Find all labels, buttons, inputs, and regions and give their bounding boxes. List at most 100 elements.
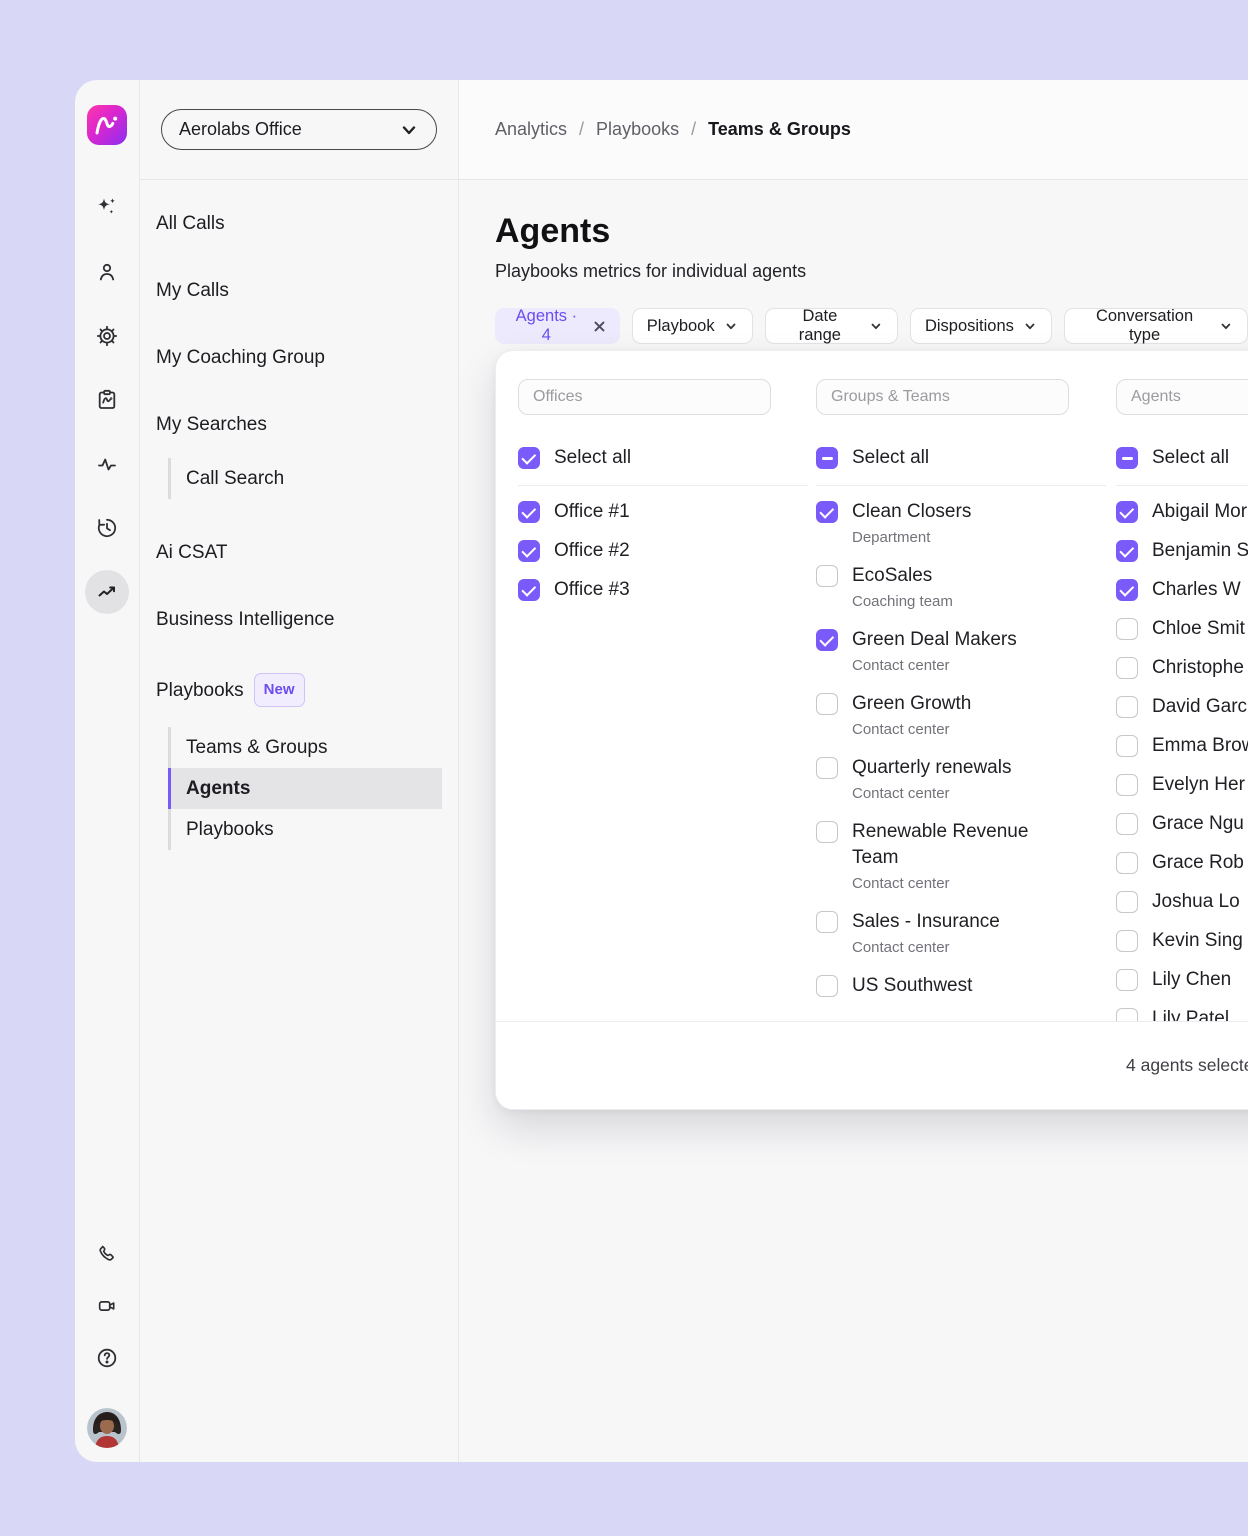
playbooks-icon[interactable] [85,378,129,422]
filter-chip[interactable]: Playbook [632,308,753,344]
page-title: Agents [495,210,1248,252]
close-icon[interactable] [593,320,606,333]
agent-option[interactable]: Abigail Mor [1116,499,1248,525]
agent-option[interactable]: Joshua Lo [1116,889,1248,915]
offices-select-all[interactable]: Select all [518,445,808,471]
sidebar-item-agents[interactable]: Agents [168,768,442,809]
sidebar-item-playbooks[interactable]: PlaybooksNew [140,673,458,707]
activity-icon[interactable] [85,442,129,486]
groups-select-all[interactable]: Select all [816,445,1106,471]
group-option[interactable]: Renewable Revenue Team Contact center [816,819,1106,896]
app-window: Aerolabs Office All Calls My Calls My Co… [75,80,1248,1462]
sidebar-item-ai-csat[interactable]: Ai CSAT [140,539,458,566]
filter-chip[interactable]: Conversation type [1064,308,1248,344]
filter-chip[interactable]: Date range [765,308,898,344]
agent-option[interactable]: Kevin Sing [1116,928,1248,954]
sidebar: Aerolabs Office All Calls My Calls My Co… [140,80,459,1462]
checkbox[interactable] [1116,540,1138,562]
breadcrumb-separator: / [691,119,696,140]
offices-search-input[interactable] [518,379,771,415]
agent-option[interactable]: Benjamin S [1116,538,1248,564]
select-all-checkbox[interactable] [518,447,540,469]
checkbox[interactable] [816,821,838,843]
agent-option[interactable]: Charles W [1116,577,1248,603]
sidebar-item-my-calls[interactable]: My Calls [140,277,458,304]
sidebar-nav: All Calls My Calls My Coaching Group My … [140,180,458,890]
agent-option[interactable]: Evelyn Her [1116,772,1248,798]
phone-icon[interactable] [85,1232,129,1276]
agents-filter-chip[interactable]: Agents · 4 [495,308,620,344]
agent-option[interactable]: Lily Patel [1116,1006,1248,1021]
sidebar-item-my-coaching-group[interactable]: My Coaching Group [140,344,458,371]
agent-option[interactable]: Emma Brow [1116,733,1248,759]
sidebar-item-playbooks-sub[interactable]: Playbooks [171,809,442,850]
sidebar-item-call-search[interactable]: Call Search [171,458,442,499]
group-option[interactable]: Quarterly renewals Contact center [816,755,1106,806]
checkbox[interactable] [1116,813,1138,835]
group-option[interactable]: US Southwest [816,973,1106,999]
checkbox[interactable] [1116,696,1138,718]
history-icon[interactable] [85,506,129,550]
option-sublabel: Contact center [852,872,1057,896]
checkbox[interactable] [1116,579,1138,601]
video-icon[interactable] [85,1284,129,1328]
checkbox[interactable] [1116,852,1138,874]
agent-option[interactable]: Lily Chen [1116,967,1248,993]
group-option[interactable]: Green Deal Makers Contact center [816,627,1106,678]
group-option[interactable]: Green Growth Contact center [816,691,1106,742]
checkbox[interactable] [816,757,838,779]
checkbox[interactable] [518,540,540,562]
checkbox[interactable] [1116,930,1138,952]
settings-icon[interactable] [85,314,129,358]
filter-chip[interactable]: Dispositions [910,308,1052,344]
agent-option[interactable]: Chloe Smit [1116,616,1248,642]
office-option[interactable]: Office #3 [518,577,808,603]
sidebar-item-business-intelligence[interactable]: Business Intelligence [140,606,458,633]
ai-sparkles-icon[interactable] [85,186,129,230]
checkbox[interactable] [1116,774,1138,796]
agent-option[interactable]: Grace Rob [1116,850,1248,876]
checkbox[interactable] [816,975,838,997]
option-sublabel: Contact center [852,782,1011,806]
select-all-label: Select all [852,445,929,471]
agents-select-all[interactable]: Select all [1116,445,1248,471]
checkbox[interactable] [1116,969,1138,991]
agent-option[interactable]: David Garc [1116,694,1248,720]
profile-icon[interactable] [85,250,129,294]
group-option[interactable]: Clean Closers Department [816,499,1106,550]
select-all-checkbox[interactable] [816,447,838,469]
checkbox[interactable] [1116,735,1138,757]
help-icon[interactable] [85,1336,129,1380]
office-option[interactable]: Office #2 [518,538,808,564]
sidebar-item-all-calls[interactable]: All Calls [140,210,458,237]
checkbox[interactable] [1116,618,1138,640]
checkbox[interactable] [1116,657,1138,679]
select-all-checkbox[interactable] [1116,447,1138,469]
agents-search-input[interactable] [1116,379,1248,415]
checkbox[interactable] [1116,1008,1138,1021]
agent-option[interactable]: Grace Ngu [1116,811,1248,837]
checkbox[interactable] [816,629,838,651]
checkbox[interactable] [816,911,838,933]
sidebar-item-my-searches[interactable]: My Searches [140,411,458,438]
checkbox[interactable] [518,579,540,601]
checkbox[interactable] [1116,501,1138,523]
user-avatar[interactable] [87,1408,127,1448]
group-option[interactable]: EcoSales Coaching team [816,563,1106,614]
filter-chip-label: Dispositions [925,317,1014,336]
breadcrumb-analytics[interactable]: Analytics [495,119,567,140]
checkbox[interactable] [816,501,838,523]
sidebar-item-teams-groups[interactable]: Teams & Groups [171,727,442,768]
checkbox[interactable] [518,501,540,523]
office-option[interactable]: Office #1 [518,499,808,525]
analytics-icon[interactable] [85,570,129,614]
agent-option[interactable]: Christophe [1116,655,1248,681]
groups-teams-search-input[interactable] [816,379,1069,415]
workspace-name: Aerolabs Office [179,119,302,140]
checkbox[interactable] [816,565,838,587]
breadcrumb-playbooks[interactable]: Playbooks [596,119,679,140]
workspace-selector[interactable]: Aerolabs Office [161,109,437,150]
checkbox[interactable] [1116,891,1138,913]
group-option[interactable]: Sales - Insurance Contact center [816,909,1106,960]
checkbox[interactable] [816,693,838,715]
